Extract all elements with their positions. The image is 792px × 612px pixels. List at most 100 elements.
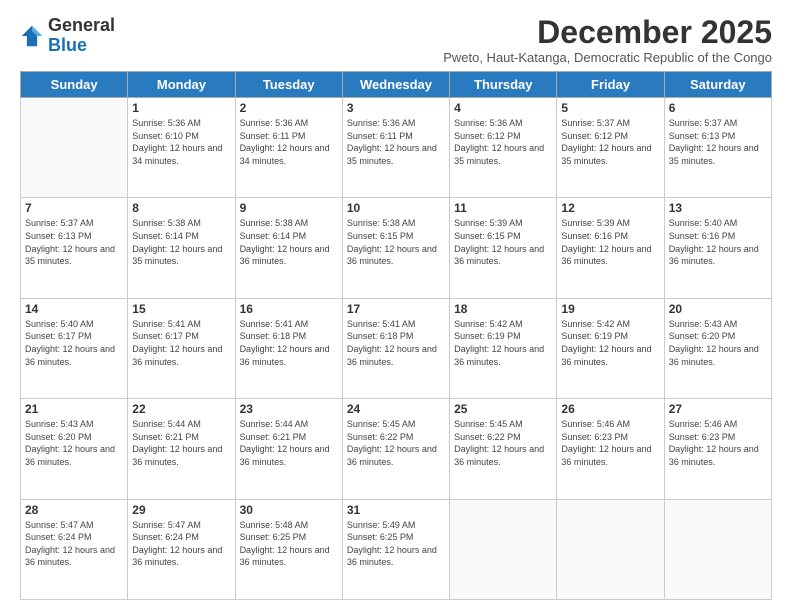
day-info: Sunrise: 5:47 AM Sunset: 6:24 PM Dayligh… bbox=[25, 519, 123, 569]
day-number: 6 bbox=[669, 101, 767, 115]
day-number: 31 bbox=[347, 503, 445, 517]
page: General Blue December 2025 Pweto, Haut-K… bbox=[0, 0, 792, 612]
calendar-cell bbox=[664, 499, 771, 599]
day-info: Sunrise: 5:39 AM Sunset: 6:15 PM Dayligh… bbox=[454, 217, 552, 267]
header: General Blue December 2025 Pweto, Haut-K… bbox=[20, 16, 772, 65]
day-number: 25 bbox=[454, 402, 552, 416]
col-friday: Friday bbox=[557, 72, 664, 98]
day-info: Sunrise: 5:41 AM Sunset: 6:18 PM Dayligh… bbox=[240, 318, 338, 368]
day-number: 8 bbox=[132, 201, 230, 215]
calendar-cell: 5 Sunrise: 5:37 AM Sunset: 6:12 PM Daylig… bbox=[557, 98, 664, 198]
day-number: 4 bbox=[454, 101, 552, 115]
day-number: 19 bbox=[561, 302, 659, 316]
day-info: Sunrise: 5:41 AM Sunset: 6:17 PM Dayligh… bbox=[132, 318, 230, 368]
day-number: 17 bbox=[347, 302, 445, 316]
day-info: Sunrise: 5:43 AM Sunset: 6:20 PM Dayligh… bbox=[669, 318, 767, 368]
calendar-cell: 21 Sunrise: 5:43 AM Sunset: 6:20 PM Dayli… bbox=[21, 399, 128, 499]
day-info: Sunrise: 5:38 AM Sunset: 6:14 PM Dayligh… bbox=[240, 217, 338, 267]
day-number: 22 bbox=[132, 402, 230, 416]
day-info: Sunrise: 5:43 AM Sunset: 6:20 PM Dayligh… bbox=[25, 418, 123, 468]
day-number: 16 bbox=[240, 302, 338, 316]
day-info: Sunrise: 5:48 AM Sunset: 6:25 PM Dayligh… bbox=[240, 519, 338, 569]
calendar-week-0: 1 Sunrise: 5:36 AM Sunset: 6:10 PM Daylig… bbox=[21, 98, 772, 198]
calendar-cell: 20 Sunrise: 5:43 AM Sunset: 6:20 PM Dayli… bbox=[664, 298, 771, 398]
calendar-cell: 31 Sunrise: 5:49 AM Sunset: 6:25 PM Dayli… bbox=[342, 499, 449, 599]
day-info: Sunrise: 5:44 AM Sunset: 6:21 PM Dayligh… bbox=[240, 418, 338, 468]
col-saturday: Saturday bbox=[664, 72, 771, 98]
calendar-cell: 1 Sunrise: 5:36 AM Sunset: 6:10 PM Daylig… bbox=[128, 98, 235, 198]
calendar-cell bbox=[450, 499, 557, 599]
calendar-cell: 7Sunrise: 5:37 AM Sunset: 6:13 PM Daylig… bbox=[21, 198, 128, 298]
col-tuesday: Tuesday bbox=[235, 72, 342, 98]
calendar-cell: 29Sunrise: 5:47 AM Sunset: 6:24 PM Dayli… bbox=[128, 499, 235, 599]
calendar-week-1: 7Sunrise: 5:37 AM Sunset: 6:13 PM Daylig… bbox=[21, 198, 772, 298]
calendar-cell: 13Sunrise: 5:40 AM Sunset: 6:16 PM Dayli… bbox=[664, 198, 771, 298]
calendar-cell bbox=[21, 98, 128, 198]
day-number: 9 bbox=[240, 201, 338, 215]
day-info: Sunrise: 5:46 AM Sunset: 6:23 PM Dayligh… bbox=[561, 418, 659, 468]
calendar-cell: 18Sunrise: 5:42 AM Sunset: 6:19 PM Dayli… bbox=[450, 298, 557, 398]
day-info: Sunrise: 5:36 AM Sunset: 6:11 PM Dayligh… bbox=[347, 117, 445, 167]
day-info: Sunrise: 5:42 AM Sunset: 6:19 PM Dayligh… bbox=[454, 318, 552, 368]
day-number: 15 bbox=[132, 302, 230, 316]
day-info: Sunrise: 5:41 AM Sunset: 6:18 PM Dayligh… bbox=[347, 318, 445, 368]
col-monday: Monday bbox=[128, 72, 235, 98]
calendar: Sunday Monday Tuesday Wednesday Thursday… bbox=[20, 71, 772, 600]
day-info: Sunrise: 5:40 AM Sunset: 6:16 PM Dayligh… bbox=[669, 217, 767, 267]
day-number: 12 bbox=[561, 201, 659, 215]
day-info: Sunrise: 5:40 AM Sunset: 6:17 PM Dayligh… bbox=[25, 318, 123, 368]
day-info: Sunrise: 5:49 AM Sunset: 6:25 PM Dayligh… bbox=[347, 519, 445, 569]
calendar-cell: 4 Sunrise: 5:36 AM Sunset: 6:12 PM Daylig… bbox=[450, 98, 557, 198]
logo-icon bbox=[20, 24, 44, 48]
calendar-cell: 3 Sunrise: 5:36 AM Sunset: 6:11 PM Daylig… bbox=[342, 98, 449, 198]
calendar-cell: 25 Sunrise: 5:45 AM Sunset: 6:22 PM Dayli… bbox=[450, 399, 557, 499]
calendar-cell: 23Sunrise: 5:44 AM Sunset: 6:21 PM Dayli… bbox=[235, 399, 342, 499]
day-info: Sunrise: 5:36 AM Sunset: 6:12 PM Dayligh… bbox=[454, 117, 552, 167]
logo-blue: Blue bbox=[48, 35, 87, 55]
day-info: Sunrise: 5:36 AM Sunset: 6:10 PM Dayligh… bbox=[132, 117, 230, 167]
day-info: Sunrise: 5:45 AM Sunset: 6:22 PM Dayligh… bbox=[454, 418, 552, 468]
day-info: Sunrise: 5:37 AM Sunset: 6:13 PM Dayligh… bbox=[25, 217, 123, 267]
calendar-cell: 17 Sunrise: 5:41 AM Sunset: 6:18 PM Dayli… bbox=[342, 298, 449, 398]
calendar-cell: 2 Sunrise: 5:36 AM Sunset: 6:11 PM Daylig… bbox=[235, 98, 342, 198]
logo: General Blue bbox=[20, 16, 115, 56]
calendar-cell: 24 Sunrise: 5:45 AM Sunset: 6:22 PM Dayli… bbox=[342, 399, 449, 499]
calendar-cell: 11 Sunrise: 5:39 AM Sunset: 6:15 PM Dayli… bbox=[450, 198, 557, 298]
calendar-week-3: 21 Sunrise: 5:43 AM Sunset: 6:20 PM Dayli… bbox=[21, 399, 772, 499]
day-info: Sunrise: 5:45 AM Sunset: 6:22 PM Dayligh… bbox=[347, 418, 445, 468]
day-number: 28 bbox=[25, 503, 123, 517]
calendar-cell: 10 Sunrise: 5:38 AM Sunset: 6:15 PM Dayli… bbox=[342, 198, 449, 298]
day-number: 24 bbox=[347, 402, 445, 416]
day-number: 3 bbox=[347, 101, 445, 115]
calendar-header-row: Sunday Monday Tuesday Wednesday Thursday… bbox=[21, 72, 772, 98]
day-info: Sunrise: 5:38 AM Sunset: 6:15 PM Dayligh… bbox=[347, 217, 445, 267]
day-info: Sunrise: 5:46 AM Sunset: 6:23 PM Dayligh… bbox=[669, 418, 767, 468]
col-wednesday: Wednesday bbox=[342, 72, 449, 98]
day-number: 5 bbox=[561, 101, 659, 115]
title-block: December 2025 Pweto, Haut-Katanga, Democ… bbox=[443, 16, 772, 65]
day-info: Sunrise: 5:38 AM Sunset: 6:14 PM Dayligh… bbox=[132, 217, 230, 267]
col-thursday: Thursday bbox=[450, 72, 557, 98]
calendar-cell: 28 Sunrise: 5:47 AM Sunset: 6:24 PM Dayli… bbox=[21, 499, 128, 599]
day-info: Sunrise: 5:37 AM Sunset: 6:13 PM Dayligh… bbox=[669, 117, 767, 167]
day-number: 30 bbox=[240, 503, 338, 517]
calendar-cell: 27 Sunrise: 5:46 AM Sunset: 6:23 PM Dayli… bbox=[664, 399, 771, 499]
day-info: Sunrise: 5:39 AM Sunset: 6:16 PM Dayligh… bbox=[561, 217, 659, 267]
day-info: Sunrise: 5:42 AM Sunset: 6:19 PM Dayligh… bbox=[561, 318, 659, 368]
calendar-cell: 12 Sunrise: 5:39 AM Sunset: 6:16 PM Dayli… bbox=[557, 198, 664, 298]
day-number: 2 bbox=[240, 101, 338, 115]
day-number: 11 bbox=[454, 201, 552, 215]
day-number: 1 bbox=[132, 101, 230, 115]
calendar-cell: 8 Sunrise: 5:38 AM Sunset: 6:14 PM Daylig… bbox=[128, 198, 235, 298]
calendar-cell: 6 Sunrise: 5:37 AM Sunset: 6:13 PM Daylig… bbox=[664, 98, 771, 198]
day-number: 21 bbox=[25, 402, 123, 416]
day-number: 20 bbox=[669, 302, 767, 316]
calendar-cell: 15 Sunrise: 5:41 AM Sunset: 6:17 PM Dayli… bbox=[128, 298, 235, 398]
day-number: 10 bbox=[347, 201, 445, 215]
day-number: 27 bbox=[669, 402, 767, 416]
calendar-cell: 9 Sunrise: 5:38 AM Sunset: 6:14 PM Daylig… bbox=[235, 198, 342, 298]
calendar-cell: 19 Sunrise: 5:42 AM Sunset: 6:19 PM Dayli… bbox=[557, 298, 664, 398]
day-info: Sunrise: 5:36 AM Sunset: 6:11 PM Dayligh… bbox=[240, 117, 338, 167]
day-info: Sunrise: 5:37 AM Sunset: 6:12 PM Dayligh… bbox=[561, 117, 659, 167]
calendar-cell: 22Sunrise: 5:44 AM Sunset: 6:21 PM Dayli… bbox=[128, 399, 235, 499]
